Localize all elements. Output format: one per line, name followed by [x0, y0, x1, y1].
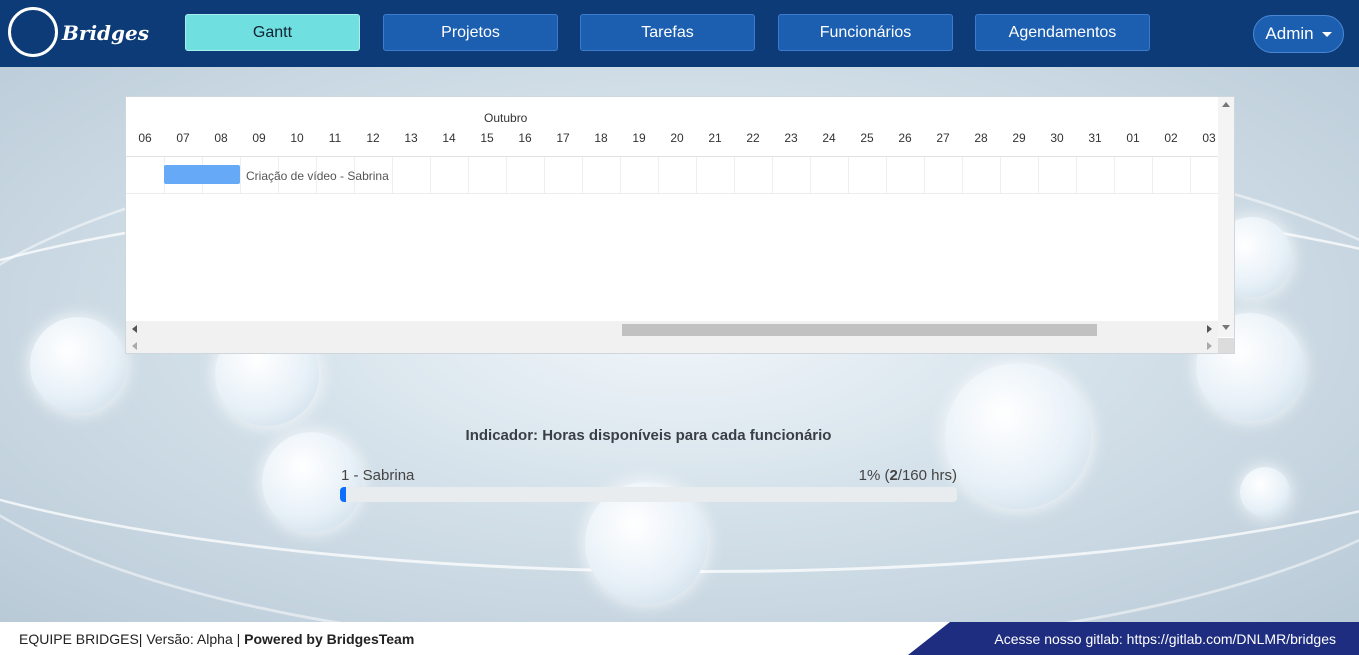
- gantt-grid-line: [1114, 157, 1115, 193]
- top-navbar: Bridges Gantt Projetos Tarefas Funcionár…: [0, 0, 1359, 67]
- hours-progress-bar: [340, 487, 957, 502]
- gantt-grid-line: [1038, 157, 1039, 193]
- nav-agendamentos-button[interactable]: Agendamentos: [975, 14, 1150, 51]
- gantt-day-label: 27: [936, 131, 950, 145]
- gantt-day-label: 09: [252, 131, 266, 145]
- scroll-right-icon[interactable]: [1207, 325, 1212, 333]
- hours-used: 2: [889, 467, 898, 484]
- gantt-task-label: Criação de vídeo - Sabrina: [246, 169, 389, 183]
- gantt-day-label: 29: [1012, 131, 1026, 145]
- scroll-right-icon[interactable]: [1207, 342, 1212, 350]
- footer-gitlab-link[interactable]: Acesse nosso gitlab: https://gitlab.com/…: [994, 631, 1336, 647]
- gantt-grid-line: [810, 157, 811, 193]
- grid-horizontal-scrollbar[interactable]: [126, 338, 1218, 353]
- folder-bubble: [30, 317, 126, 413]
- scroll-down-icon[interactable]: [1222, 325, 1230, 330]
- gantt-grid-line: [734, 157, 735, 193]
- nav-funcionarios-button[interactable]: Funcionários: [778, 14, 953, 51]
- gantt-day-label: 26: [898, 131, 912, 145]
- footer-powered: Powered by BridgesTeam: [244, 631, 415, 647]
- gantt-grid-line: [430, 157, 431, 193]
- gantt-grid-line: [582, 157, 583, 193]
- gantt-grid-line: [468, 157, 469, 193]
- scrollbar-corner: [1218, 338, 1234, 353]
- gantt-grid-line: [506, 157, 507, 193]
- gantt-grid-line: [544, 157, 545, 193]
- gantt-day-label: 20: [670, 131, 684, 145]
- small-bubble: [1240, 467, 1290, 517]
- hours-percent: 1% (: [858, 467, 890, 484]
- gantt-day-label: 23: [784, 131, 798, 145]
- gantt-grid-line: [658, 157, 659, 193]
- footer-gitlab-banner: Acesse nosso gitlab: https://gitlab.com/…: [908, 622, 1359, 655]
- gantt-grid-line: [1152, 157, 1153, 193]
- gantt-day-label: 12: [366, 131, 380, 145]
- gantt-day-label: 19: [632, 131, 646, 145]
- horizontal-scrollbar[interactable]: [126, 321, 1218, 338]
- horizontal-scroll-thumb[interactable]: [622, 324, 1097, 336]
- brand-name: Bridges: [62, 21, 149, 45]
- nav-tarefas-button[interactable]: Tarefas: [580, 14, 755, 51]
- gantt-day-label: 11: [328, 131, 342, 145]
- admin-menu-label: Admin: [1265, 24, 1314, 43]
- gantt-day-label: 17: [556, 131, 570, 145]
- gantt-month-label: Outubro: [484, 111, 528, 125]
- gantt-grid-line: [240, 157, 241, 193]
- scroll-left-icon[interactable]: [132, 325, 137, 333]
- gantt-day-label: 25: [860, 131, 874, 145]
- gantt-grid-line: [772, 157, 773, 193]
- gantt-day-label: 15: [480, 131, 494, 145]
- gantt-grid-line: [1076, 157, 1077, 193]
- nav-gantt-button[interactable]: Gantt: [185, 14, 360, 51]
- footer-info: EQUIPE BRIDGES| Versão: Alpha | Powered …: [19, 631, 414, 647]
- footer-team: EQUIPE BRIDGES| Versão: Alpha |: [19, 631, 245, 647]
- scroll-up-icon[interactable]: [1222, 102, 1230, 107]
- gantt-grid-line: [696, 157, 697, 193]
- logo-building-icon: [8, 7, 58, 57]
- nav-projetos-button[interactable]: Projetos: [383, 14, 558, 51]
- gantt-day-label: 16: [518, 131, 532, 145]
- gantt-day-label: 02: [1164, 131, 1178, 145]
- gantt-day-header: 06 07 08 09 10 11 12 13 14 15 16 17 18 19 20 21 22 23 24 25…: [126, 131, 1218, 155]
- admin-menu-button[interactable]: Admin: [1253, 15, 1344, 53]
- gantt-day-label: 06: [138, 131, 152, 145]
- gantt-grid-line: [962, 157, 963, 193]
- gantt-grid-line: [392, 157, 393, 193]
- gantt-day-label: 18: [594, 131, 608, 145]
- caret-down-icon: [1321, 31, 1332, 37]
- hours-progress-fill: [340, 487, 347, 502]
- hours-total: /160 hrs): [897, 467, 957, 484]
- gantt-grid-line: [924, 157, 925, 193]
- scroll-left-icon[interactable]: [132, 342, 137, 350]
- gantt-day-label: 10: [290, 131, 304, 145]
- gantt-day-label: 08: [214, 131, 228, 145]
- gantt-day-label: 13: [404, 131, 418, 145]
- vertical-scrollbar[interactable]: [1218, 97, 1234, 337]
- gantt-day-label: 22: [746, 131, 760, 145]
- gantt-day-label: 01: [1126, 131, 1140, 145]
- gantt-grid-line: [1000, 157, 1001, 193]
- chat-bubble: [945, 363, 1091, 509]
- gantt-task-bar[interactable]: [164, 165, 240, 184]
- gantt-grid-line: [848, 157, 849, 193]
- gantt-day-label: 31: [1088, 131, 1102, 145]
- indicator-title: Indicador: Horas disponíveis para cada f…: [465, 427, 832, 444]
- gantt-day-label: 30: [1050, 131, 1064, 145]
- brand-logo[interactable]: Bridges: [8, 7, 149, 59]
- gantt-grid-line: [1190, 157, 1191, 193]
- gantt-day-label: 21: [708, 131, 722, 145]
- employee-name: 1 - Sabrina: [341, 467, 415, 484]
- gantt-day-label: 24: [822, 131, 836, 145]
- gantt-grid-line: [886, 157, 887, 193]
- footer: EQUIPE BRIDGES| Versão: Alpha | Powered …: [0, 622, 1359, 655]
- gantt-day-label: 07: [176, 131, 190, 145]
- gantt-day-label: 28: [974, 131, 988, 145]
- gantt-day-label: 14: [442, 131, 456, 145]
- employee-hours: 1% (2/160 hrs): [740, 467, 957, 484]
- gantt-chart: Outubro 06 07 08 09 10 11 12 13 14 15 16 17 18 19 20 21…: [125, 96, 1235, 354]
- gantt-grid-line: [620, 157, 621, 193]
